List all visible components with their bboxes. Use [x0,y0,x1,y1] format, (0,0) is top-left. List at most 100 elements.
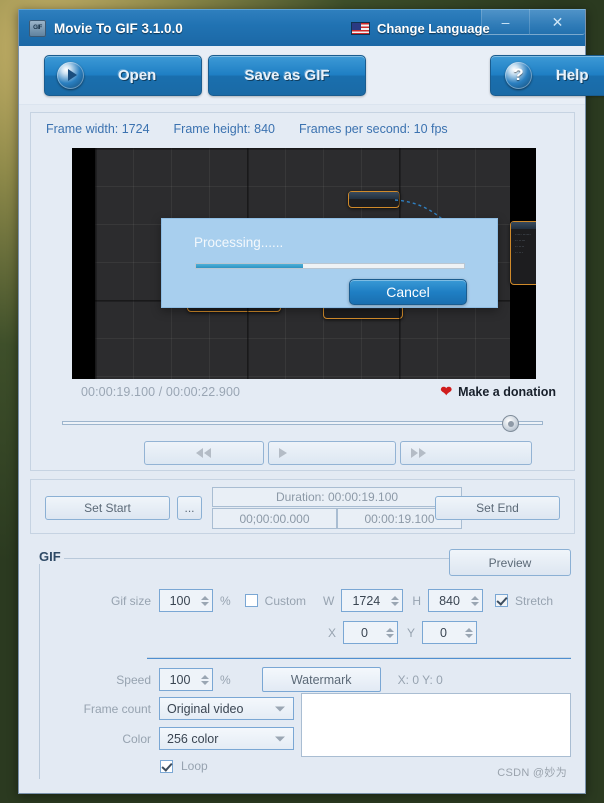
csdn-watermark: CSDN @妙为 [497,767,567,779]
loop-label: Loop [181,759,208,773]
stepper-arrows-icon[interactable] [386,627,394,638]
stretch-checkbox[interactable] [495,594,509,607]
set-start-button[interactable]: Set Start [45,496,170,520]
speed-percent: % [220,672,231,687]
speed-row: Speed % Watermark X: 0 Y: 0 [39,667,571,692]
title-bar: Movie To GIF 3.1.0.0 Change Language – ✕ [19,9,585,46]
frame-count-label: Frame count [83,701,151,716]
stretch-label: Stretch [515,593,554,608]
close-button[interactable]: ✕ [529,9,585,35]
application-window: Movie To GIF 3.1.0.0 Change Language – ✕… [18,9,604,794]
gif-size-row: Gif size % Custom W H Stretch [39,589,571,612]
set-end-button[interactable]: Set End [435,496,560,520]
video-node: ····· ······ ·· ····· ·· ···· ·· ··· [510,221,536,285]
y-label: Y [407,625,416,640]
custom-checkbox[interactable] [244,594,258,607]
progress-bar [195,263,465,269]
video-info-row: Frame width: 1724 Frame height: 840 Fram… [31,113,574,136]
stepper-arrows-icon[interactable] [201,595,209,606]
section-divider-accent [147,658,571,659]
seek-slider[interactable] [62,415,543,432]
seek-track [62,421,543,425]
window-controls: – ✕ [481,9,585,35]
custom-label: Custom [264,593,307,608]
speed-stepper[interactable] [159,668,213,691]
window-title: Movie To GIF 3.1.0.0 [54,20,183,36]
rewind-button[interactable] [144,441,264,465]
watermark-text-area[interactable] [301,693,571,757]
frame-width-label: Frame width: 1724 [46,122,150,136]
main-toolbar: Open Save as GIF ? Help [19,46,604,105]
duration-field: Duration: 00:00:19.100 [212,487,462,507]
fps-label: Frames per second: 10 fps [298,122,448,136]
stepper-arrows-icon[interactable] [391,595,400,606]
fast-forward-icon [411,448,426,458]
stepper-arrows-icon[interactable] [465,627,474,638]
gif-group-legend: GIF [39,549,64,564]
stepper-arrows-icon[interactable] [471,595,480,606]
watermark-button[interactable]: Watermark [261,667,381,692]
question-circle-icon: ? [505,61,532,89]
chevron-down-icon[interactable] [275,736,285,741]
open-button[interactable]: Open [44,54,202,96]
loop-checkbox[interactable] [160,759,173,773]
gif-app-icon [29,19,46,37]
play-icon [279,448,287,458]
start-browse-button[interactable]: ... [177,496,202,520]
minimize-icon: – [501,13,510,30]
processing-message: Processing...... [194,235,284,250]
save-as-gif-button[interactable]: Save as GIF [208,54,366,96]
gif-size-label: Gif size [110,593,151,608]
progress-bar-fill [196,264,304,268]
us-flag-icon [351,21,370,35]
close-icon: ✕ [551,13,564,30]
speed-label: Speed [116,672,151,687]
start-browse-label: ... [184,501,195,515]
width-label: W [323,593,335,608]
height-stepper[interactable] [428,589,484,612]
preview-button[interactable]: Preview [449,549,571,576]
watermark-position-label: X: 0 Y: 0 [397,672,443,687]
heart-icon: ❤ [440,383,453,399]
gif-settings-group: GIF Preview Gif size % Custom W H [39,549,571,779]
stepper-arrows-icon[interactable] [201,674,209,685]
start-time-field[interactable]: 00;00:00.000 [212,508,337,529]
playback-timecode: 00:00:19.100 / 00:00:22.900 [81,385,241,399]
preview-button-label: Preview [488,555,532,570]
loop-row: Loop [39,759,571,773]
minimize-button[interactable]: – [481,9,529,35]
watermark-button-label: Watermark [290,672,352,687]
chevron-down-icon[interactable] [275,706,285,711]
donation-label: Make a donation [458,384,556,399]
help-button[interactable]: ? Help [490,54,604,96]
processing-dialog: Processing...... Cancel [161,218,498,308]
x-label: X [327,625,336,640]
save-as-gif-label: Save as GIF [244,66,330,84]
y-offset-stepper[interactable] [422,621,478,644]
open-button-label: Open [118,66,157,84]
make-a-donation-link[interactable]: ❤ Make a donation [440,383,556,400]
transport-controls [144,441,532,465]
help-button-label: Help [556,66,589,84]
play-button[interactable] [268,441,396,465]
rewind-icon [196,448,211,458]
seek-thumb[interactable] [502,415,519,432]
color-value: 256 color [167,731,219,746]
set-start-label: Set Start [84,501,131,515]
width-stepper[interactable] [341,589,404,612]
gif-offset-row: X Y [39,621,571,644]
set-end-label: Set End [476,501,519,515]
video-node [348,191,400,208]
frame-count-dropdown[interactable]: Original video [159,697,294,720]
frame-count-value: Original video [167,701,244,716]
gif-size-percent: % [220,593,231,608]
color-dropdown[interactable]: 256 color [159,727,294,750]
cancel-button-label: Cancel [386,284,430,300]
play-circle-icon [57,61,84,89]
cancel-button[interactable]: Cancel [349,279,467,305]
change-language-button[interactable]: Change Language [351,10,490,46]
gif-size-stepper[interactable] [159,589,213,612]
frame-height-label: Frame height: 840 [173,122,275,136]
x-offset-stepper[interactable] [343,621,398,644]
fast-forward-button[interactable] [400,441,532,465]
